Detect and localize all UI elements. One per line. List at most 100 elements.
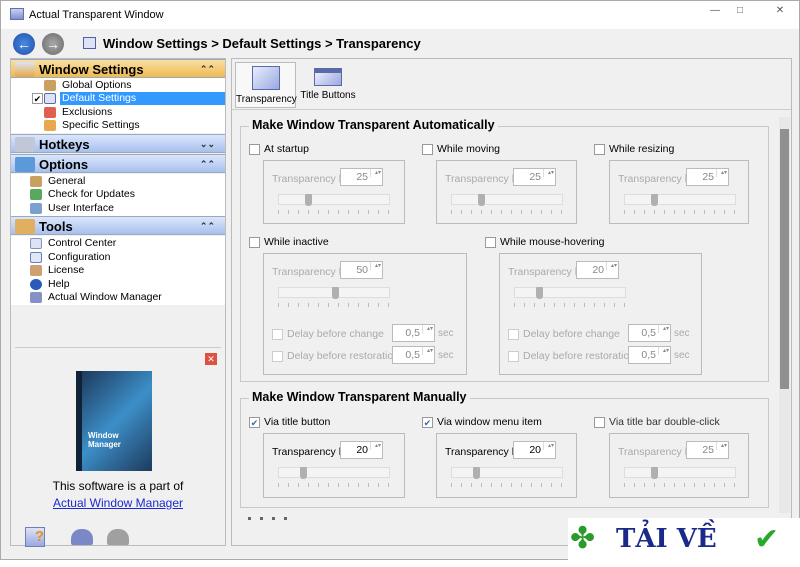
auto-transparency-group: Make Window Transparent Automatically At… [240,118,769,382]
transparency-level-spinner[interactable]: 25 [513,168,556,186]
delay-before-restoration-checkbox[interactable] [272,351,283,362]
transparency-level-box: Transparency level 25 [263,160,405,224]
transparency-slider[interactable] [278,467,390,479]
option-checkbox[interactable] [594,144,605,155]
option-checkbox[interactable] [422,144,433,155]
option-checkbox[interactable] [249,237,260,248]
delay-before-change-checkbox[interactable] [272,329,283,340]
minimize-button[interactable]: — [704,5,726,19]
transparency-slider[interactable] [624,467,736,479]
transparency-level-spinner[interactable]: 25 [686,168,729,186]
settings-panel: Transparency Title Buttons Make Window T… [231,58,792,546]
section-label: Tools [39,219,73,234]
transparency-slider[interactable] [278,194,390,206]
transparency-slider[interactable] [514,287,626,299]
promo-text: This software is a part of [52,479,184,493]
transparency-slider[interactable] [451,467,563,479]
sidebar-item-general[interactable]: General [30,175,86,188]
slider-thumb[interactable] [651,467,658,479]
user-interface-icon [30,203,42,214]
spinner-delay-before-change[interactable]: 0,5 [392,324,435,342]
label-delay-before-restoration: Delay before restoration [287,350,400,362]
sidebar-item-configuration[interactable]: Configuration [30,251,110,264]
transparency-level-spinner[interactable]: 25 [340,168,383,186]
vertical-scrollbar[interactable] [779,117,790,513]
slider-thumb[interactable] [651,194,658,206]
transparency-level-spinner[interactable]: 20 [513,441,556,459]
sidebar-item-actual-window-manager[interactable]: Actual Window Manager [30,291,162,304]
collapse-icon[interactable]: ⌃⌃ [200,217,215,236]
help-icon[interactable]: ? [25,527,45,547]
sidebar-item-help[interactable]: Help [30,278,70,291]
transparency-level-spinner[interactable]: 20 [340,441,383,459]
sidebar-item-user-interface[interactable]: User Interface [30,202,114,215]
slider-ticks [451,483,563,487]
spinner-delay-before-change[interactable]: 0,5 [628,324,671,342]
sidebar-item-global-options[interactable]: Global Options [44,79,131,92]
redo-icon[interactable] [107,529,129,545]
tab-title-buttons[interactable]: Title Buttons [299,62,357,108]
option-label: Via title bar double-click [609,416,720,428]
slider-thumb[interactable] [305,194,312,206]
promo-link[interactable]: Actual Window Manager [11,496,225,510]
sidebar-item-default-settings[interactable]: Default Settings [44,92,225,105]
item-label: General [48,175,86,187]
transparency-level-spinner[interactable]: 25 [686,441,729,459]
sidebar-item-exclusions[interactable]: Exclusions [44,106,112,119]
breadcrumb: Window Settings > Default Settings > Tra… [103,36,421,51]
exclusions-icon [44,107,56,118]
close-promo-icon[interactable]: ✕ [205,353,217,365]
sidebar-item-check-updates[interactable]: Check for Updates [30,188,135,201]
slider-thumb[interactable] [332,287,339,299]
slider-thumb[interactable] [536,287,543,299]
transparency-slider[interactable] [624,194,736,206]
sec-unit: sec [438,328,454,339]
sidebar-item-control-center[interactable]: Control Center [30,237,116,250]
maximize-button[interactable]: □ [729,5,751,19]
option-checkbox[interactable]: ✔ [249,417,260,428]
option-label: While inactive [264,236,329,248]
section-tools[interactable]: Tools ⌃⌃ [11,216,225,235]
collapse-icon[interactable]: ⌃⌃ [200,60,215,79]
transparency-slider[interactable] [278,287,390,299]
back-button[interactable]: ← [13,33,35,55]
tools-icon [15,219,35,234]
section-window-settings[interactable]: Window Settings ⌃⌃ [11,59,225,78]
window-icon [83,37,96,49]
scrollbar-thumb[interactable] [780,129,789,389]
slider-thumb[interactable] [478,194,485,206]
section-hotkeys[interactable]: Hotkeys ⌄⌄ [11,134,225,153]
delay-before-change-checkbox[interactable] [508,329,519,340]
option-checkbox[interactable] [594,417,605,428]
option-label: Via title button [264,416,331,428]
slider-thumb[interactable] [300,467,307,479]
forward-button[interactable]: → [42,33,64,55]
slider-thumb[interactable] [473,467,480,479]
close-button[interactable]: ✕ [769,5,791,19]
divider [232,109,791,110]
transparency-slider[interactable] [451,194,563,206]
sec-unit: sec [674,350,690,361]
undo-icon[interactable] [71,529,93,545]
label-delay-before-restoration: Delay before restoration [523,350,636,362]
spinner-delay-before-restoration[interactable]: 0,5 [628,346,671,364]
transparency-level-spinner[interactable]: 50 [340,261,383,279]
tab-transparency[interactable]: Transparency [235,62,297,108]
sec-unit: sec [674,328,690,339]
transparency-level-spinner[interactable]: 20 [576,261,619,279]
slider-ticks [624,483,736,487]
option-checkbox[interactable] [249,144,260,155]
slider-ticks [278,483,390,487]
product-box-image: Window Manager [76,371,152,471]
expand-icon[interactable]: ⌄⌄ [200,135,215,154]
sidebar-item-license[interactable]: License [30,264,84,277]
spinner-delay-before-restoration[interactable]: 0,5 [392,346,435,364]
sidebar-item-specific-settings[interactable]: Specific Settings [44,119,140,132]
option-checkbox[interactable] [485,237,496,248]
collapse-icon[interactable]: ⌃⌃ [200,155,215,174]
section-options[interactable]: Options ⌃⌃ [11,154,225,173]
option-checkbox[interactable]: ✔ [422,417,433,428]
title-buttons-icon [314,68,342,86]
default-settings-checkbox[interactable]: ✔ [32,93,43,104]
delay-before-restoration-checkbox[interactable] [508,351,519,362]
